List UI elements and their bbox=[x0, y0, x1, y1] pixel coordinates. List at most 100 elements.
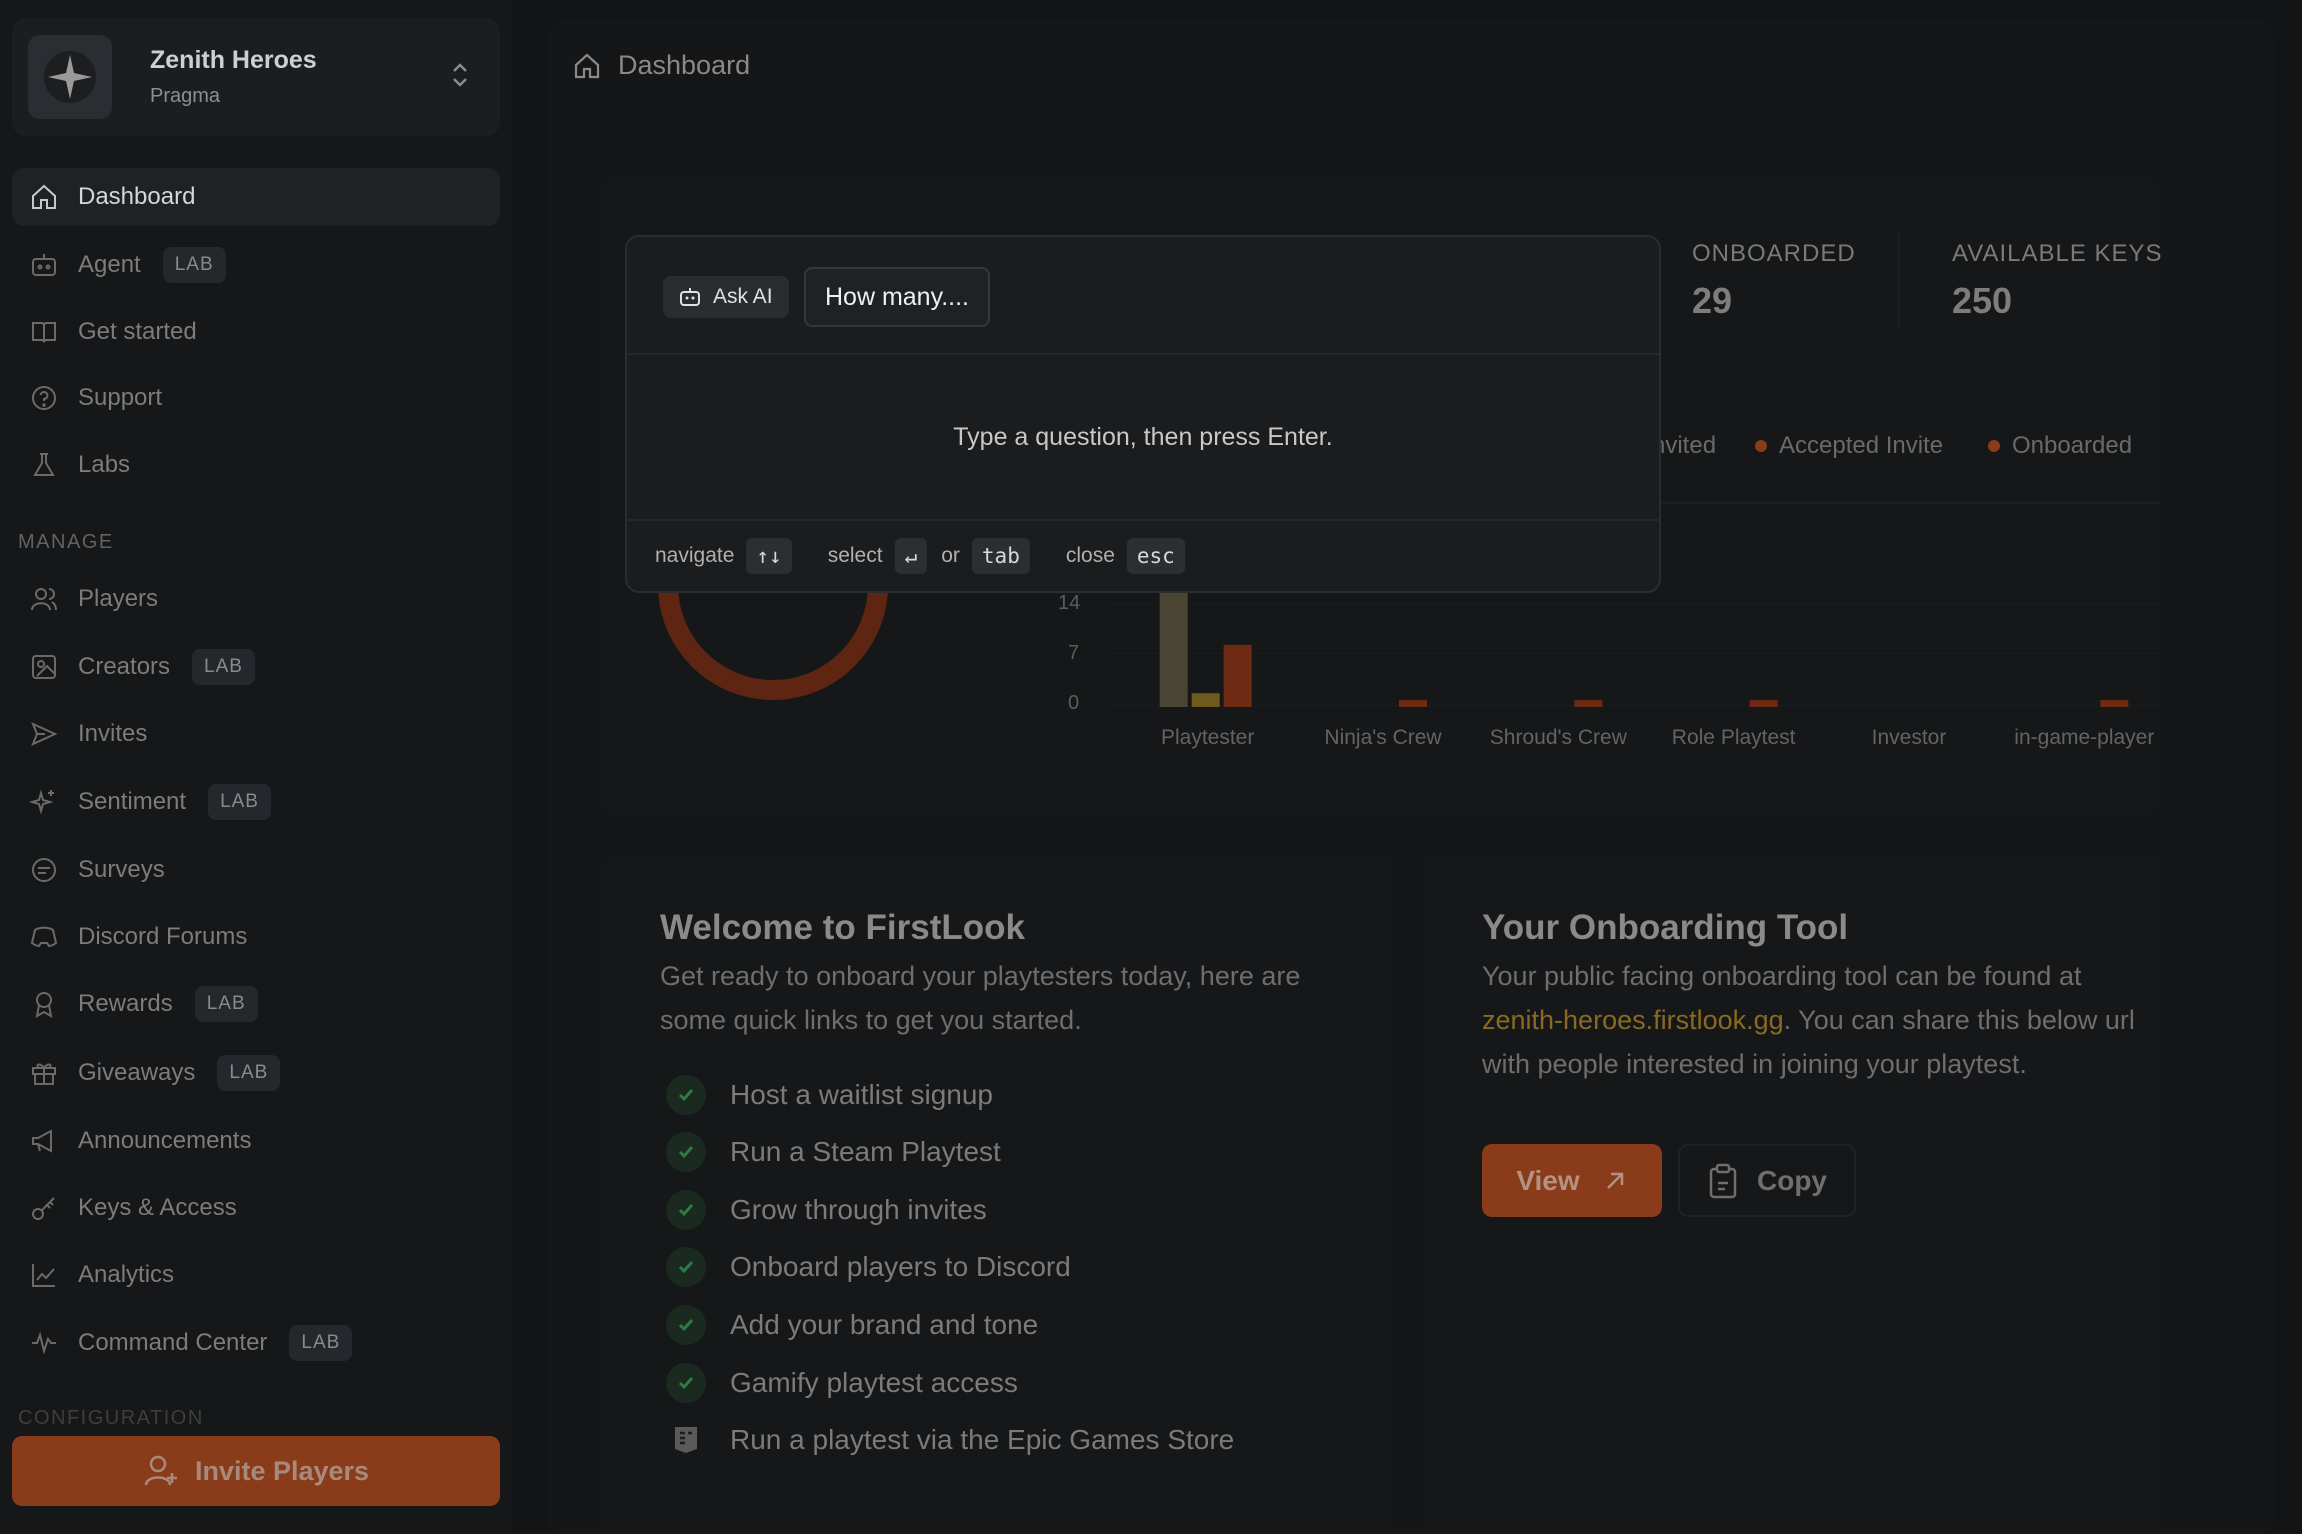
sidebar-item-surveys[interactable]: Surveys bbox=[12, 841, 500, 899]
checklist-item[interactable]: Run a Steam Playtest bbox=[666, 1132, 1001, 1172]
chevron-updown-icon[interactable] bbox=[440, 60, 480, 95]
checklist-label: Onboard players to Discord bbox=[730, 1251, 1071, 1282]
esc-key[interactable]: esc bbox=[1126, 538, 1185, 574]
welcome-text: Get ready to onboard your playtesters to… bbox=[660, 961, 1301, 1035]
x-axis-label: Shroud's Crew bbox=[1489, 726, 1627, 749]
lab-badge: LAB bbox=[217, 1055, 281, 1091]
robot-icon bbox=[26, 247, 62, 283]
view-button[interactable]: View bbox=[1482, 1144, 1662, 1217]
checklist-item[interactable]: Onboard players to Discord bbox=[666, 1247, 1071, 1287]
sidebar-item-rewards[interactable]: Rewards LAB bbox=[12, 975, 500, 1033]
copy-button[interactable]: Copy bbox=[1678, 1144, 1856, 1217]
bar-onboarded[interactable] bbox=[1749, 700, 1778, 707]
check-icon bbox=[666, 1132, 706, 1172]
sidebar-item-command-center[interactable]: Command Center LAB bbox=[12, 1314, 500, 1372]
ask-ai-button[interactable]: Ask AI bbox=[663, 276, 789, 318]
sidebar-item-label: Keys & Access bbox=[78, 1194, 237, 1221]
checklist-item[interactable]: Grow through invites bbox=[666, 1190, 987, 1230]
sidebar-item-players[interactable]: Players bbox=[12, 570, 500, 628]
check-icon bbox=[666, 1363, 706, 1403]
bar-onboarded[interactable] bbox=[1574, 700, 1603, 707]
ai-query-input[interactable]: How many.... bbox=[804, 267, 990, 327]
sidebar-item-keys-access[interactable]: Keys & Access bbox=[12, 1179, 500, 1237]
sidebar-item-invites[interactable]: Invites bbox=[12, 705, 500, 763]
sidebar-item-agent[interactable]: Agent LAB bbox=[12, 236, 500, 294]
modal-hint: Type a question, then press Enter. bbox=[627, 355, 1659, 521]
check-icon bbox=[666, 1305, 706, 1345]
sparkle-icon bbox=[26, 784, 62, 820]
checklist-item[interactable]: Host a waitlist signup bbox=[666, 1075, 993, 1115]
bar-onboarded[interactable] bbox=[1223, 644, 1252, 707]
sidebar-item-label: Announcements bbox=[78, 1127, 252, 1154]
checklist-item[interactable]: Run a playtest via the Epic Games Store bbox=[666, 1420, 1234, 1460]
activity-icon bbox=[26, 1325, 62, 1361]
x-axis-label: Ninja's Crew bbox=[1324, 726, 1442, 749]
sidebar-item-label: Rewards bbox=[78, 990, 173, 1017]
legend-invited: nvited bbox=[1652, 432, 1716, 460]
checklist-item[interactable]: Add your brand and tone bbox=[666, 1305, 1038, 1345]
bar-onboarded[interactable] bbox=[2100, 700, 2129, 707]
sidebar-item-sentiment[interactable]: Sentiment LAB bbox=[12, 773, 500, 831]
bar-onboarded[interactable] bbox=[1399, 700, 1427, 707]
onboarded-stat-value: 29 bbox=[1692, 280, 1733, 321]
team-switcher[interactable]: Zenith Heroes Pragma bbox=[12, 18, 500, 136]
sidebar-item-giveaways[interactable]: Giveaways LAB bbox=[12, 1044, 500, 1102]
checklist-label: Run a Steam Playtest bbox=[730, 1136, 1001, 1167]
checklist-item[interactable]: Gamify playtest access bbox=[666, 1363, 1018, 1403]
lab-badge: LAB bbox=[194, 986, 258, 1022]
welcome-title: Welcome to FirstLook bbox=[660, 908, 1025, 947]
y-tick-14: 14 bbox=[1058, 592, 1081, 614]
check-icon bbox=[666, 1075, 706, 1115]
help-icon bbox=[26, 380, 62, 416]
sidebar-item-label: Analytics bbox=[78, 1261, 175, 1288]
sidebar-item-creators[interactable]: Creators LAB bbox=[12, 638, 500, 696]
sidebar-item-label: Sentiment bbox=[78, 788, 187, 815]
onboarding-title: Your Onboarding Tool bbox=[1482, 908, 1849, 947]
book-icon bbox=[26, 314, 62, 350]
sidebar: Zenith Heroes Pragma Dashboard Agent LAB Ge… bbox=[0, 0, 512, 1534]
sidebar-item-announcements[interactable]: Announcements bbox=[12, 1112, 500, 1170]
manage-section-label: MANAGE bbox=[18, 531, 114, 553]
clipboard-icon bbox=[1709, 1163, 1737, 1198]
send-icon bbox=[26, 716, 62, 752]
or-label: or bbox=[941, 544, 960, 567]
sidebar-item-analytics[interactable]: Analytics bbox=[12, 1246, 500, 1304]
navigate-label: navigate bbox=[655, 544, 735, 567]
x-axis-label: Playtester bbox=[1160, 726, 1255, 749]
ask-ai-modal: Ask AI How many.... Type a question, the… bbox=[625, 235, 1661, 593]
onboarding-link[interactable]: zenith-heroes.firstlook.gg bbox=[1482, 1005, 1784, 1035]
award-icon bbox=[26, 986, 62, 1022]
x-axis-label: in-game-player bbox=[2014, 726, 2155, 749]
legend-onboarded: Onboarded bbox=[1988, 432, 2132, 460]
breadcrumb-dashboard[interactable]: Dashboard bbox=[618, 50, 750, 81]
modal-shortcuts: navigate ↑↓ select ↵ or tab close esc bbox=[627, 521, 1659, 591]
check-icon bbox=[666, 1247, 706, 1287]
sidebar-item-labs[interactable]: Labs bbox=[12, 436, 500, 494]
invite-players-button[interactable]: Invite Players bbox=[12, 1436, 500, 1506]
checklist-label: Add your brand and tone bbox=[730, 1309, 1039, 1340]
sidebar-item-label: Command Center bbox=[78, 1329, 268, 1356]
team-org: Pragma bbox=[150, 85, 221, 107]
bar-accepted-invite[interactable] bbox=[1191, 693, 1220, 707]
sidebar-item-discord-forums[interactable]: Discord Forums bbox=[12, 908, 500, 966]
chart-icon bbox=[26, 1257, 62, 1293]
sidebar-item-label: Support bbox=[78, 384, 163, 411]
invite-players-label: Invite Players bbox=[194, 1455, 370, 1486]
sidebar-item-dashboard[interactable]: Dashboard bbox=[12, 168, 500, 226]
users-icon bbox=[26, 581, 62, 617]
legend-accepted-label: Accepted Invite bbox=[1779, 432, 1944, 459]
flask-icon bbox=[26, 447, 62, 483]
lab-badge: LAB bbox=[192, 649, 255, 685]
sidebar-item-support[interactable]: Support bbox=[12, 369, 500, 427]
close-label: close bbox=[1065, 544, 1115, 567]
sidebar-item-label: Get started bbox=[78, 318, 197, 345]
sidebar-item-label: Players bbox=[78, 585, 159, 612]
onboarded-stat-label: ONBOARDED bbox=[1692, 240, 1856, 267]
sidebar-item-get-started[interactable]: Get started bbox=[12, 303, 500, 361]
select-label: select bbox=[827, 544, 883, 567]
team-name: Zenith Heroes bbox=[150, 46, 317, 74]
sidebar-item-label: Dashboard bbox=[78, 183, 196, 210]
sidebar-item-label: Giveaways bbox=[78, 1059, 196, 1086]
enter-key: ↵ bbox=[894, 538, 928, 574]
arrow-up-right-icon bbox=[1606, 1172, 1623, 1189]
